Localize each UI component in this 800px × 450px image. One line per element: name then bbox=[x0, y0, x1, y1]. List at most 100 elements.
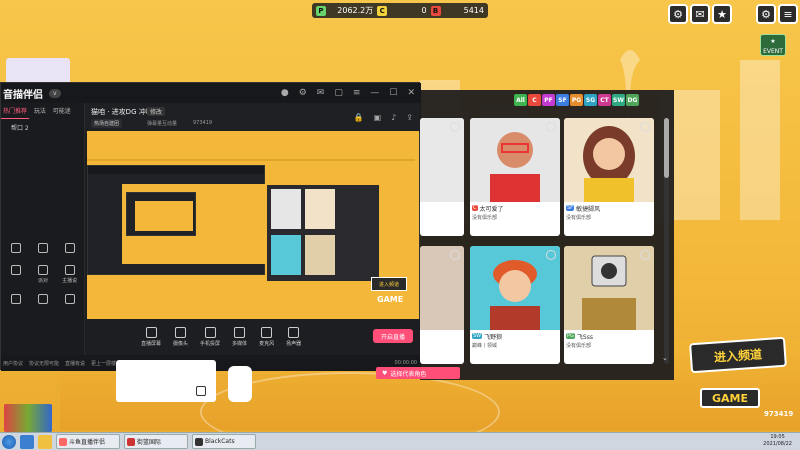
character-card[interactable]: SF 敏捷脚风 没有俱乐部 bbox=[564, 118, 654, 236]
box-icon[interactable]: ▣ bbox=[374, 113, 382, 122]
screen-capture-button[interactable]: 直播屏幕 bbox=[141, 327, 161, 347]
tab-hot[interactable]: 热门推荐 bbox=[1, 103, 30, 119]
trash-icon[interactable] bbox=[196, 386, 206, 396]
character-name: 敏捷脚风 bbox=[576, 205, 601, 213]
microphone-icon bbox=[261, 327, 273, 338]
club-label: 巅峰丨领域 bbox=[472, 343, 498, 349]
filter-sf[interactable]: SF bbox=[556, 94, 569, 106]
filter-sw[interactable]: SW bbox=[612, 94, 625, 106]
character-card[interactable]: SW 飞野狼 巅峰丨领域 bbox=[470, 246, 560, 364]
nested-preview-game bbox=[122, 184, 266, 264]
panel-scrollbar[interactable] bbox=[664, 118, 669, 364]
maximize-icon[interactable]: ☐ bbox=[389, 88, 397, 98]
avatar-icon[interactable]: ● bbox=[281, 88, 289, 98]
monitor-icon bbox=[145, 327, 157, 338]
heart-icon[interactable] bbox=[450, 250, 460, 260]
reward-icon[interactable]: ★ bbox=[712, 4, 732, 24]
coin-value: 0 bbox=[421, 6, 427, 15]
status-link[interactable]: 协议无限可能 bbox=[29, 360, 59, 367]
microphone-button[interactable]: 麦克风 bbox=[259, 327, 274, 347]
sidebar-tool[interactable] bbox=[56, 243, 83, 255]
filter-sg[interactable]: SG bbox=[584, 94, 597, 106]
tab-fans[interactable]: 可能迷 bbox=[51, 103, 73, 118]
event-button[interactable]: ★ EVENT bbox=[760, 34, 786, 56]
speaker-button[interactable]: 扬声器 bbox=[286, 327, 301, 347]
camera-button[interactable]: 摄像头 bbox=[173, 327, 188, 347]
skin-icon[interactable]: ▢ bbox=[334, 88, 343, 98]
event-label: EVENT bbox=[763, 48, 783, 55]
settings-icon[interactable]: ⚙ bbox=[299, 88, 307, 98]
sidebar-tool[interactable] bbox=[3, 294, 30, 306]
menu-icon[interactable]: ≡ bbox=[353, 88, 361, 98]
taskbar-app-game[interactable]: 街篮国际 bbox=[124, 434, 188, 449]
heart-icon[interactable] bbox=[546, 122, 556, 132]
close-icon[interactable]: ✕ bbox=[407, 88, 415, 98]
mail-icon[interactable]: ✉ bbox=[317, 88, 325, 98]
tab-play[interactable]: 玩法 bbox=[32, 103, 48, 118]
player-art bbox=[583, 126, 635, 202]
sidebar-tool[interactable] bbox=[3, 243, 30, 255]
bonus-icon: B bbox=[430, 5, 441, 16]
filter-dg[interactable]: DG bbox=[626, 94, 639, 106]
gear-icon[interactable]: ⚙ bbox=[756, 4, 776, 24]
character-card[interactable] bbox=[420, 118, 464, 236]
taskbar-app-stream[interactable]: 斗鱼直播伴侣 bbox=[56, 434, 120, 449]
start-button[interactable] bbox=[2, 434, 16, 449]
filter-all[interactable]: All bbox=[514, 94, 527, 106]
chevron-down-icon[interactable]: ⌄ bbox=[662, 354, 668, 362]
points-icon: P bbox=[316, 5, 326, 16]
gift-icon[interactable]: ✉ bbox=[690, 4, 710, 24]
start-stream-button[interactable]: 开启直播 bbox=[373, 329, 413, 343]
club-label: 没有俱乐部 bbox=[566, 215, 592, 221]
character-portrait bbox=[564, 246, 654, 330]
sidebar-tool[interactable] bbox=[3, 265, 30, 284]
channel-mode-button[interactable]: 热场自建团 bbox=[91, 119, 123, 128]
club-label: 没有俱乐部 bbox=[566, 343, 592, 349]
sidebar-tool[interactable]: 派对 bbox=[30, 265, 57, 284]
explorer-icon[interactable] bbox=[38, 434, 52, 449]
menu-icon[interactable]: ≡ bbox=[778, 4, 798, 24]
minimize-icon[interactable]: — bbox=[370, 88, 379, 98]
game-sign-label: GAME bbox=[700, 388, 760, 408]
heart-icon[interactable] bbox=[546, 250, 556, 260]
sidebar-item-port[interactable]: 帮口 2 bbox=[1, 119, 84, 136]
star-icon: ★ bbox=[770, 38, 776, 45]
character-card[interactable] bbox=[420, 246, 464, 364]
lock-icon[interactable]: 🔒 bbox=[354, 113, 364, 122]
phone-cast-button[interactable]: 手机投屏 bbox=[200, 327, 220, 347]
edit-title-button[interactable]: 修改 bbox=[147, 107, 166, 116]
status-link[interactable]: 直播有说 bbox=[65, 360, 85, 367]
sidebar-tool[interactable] bbox=[56, 294, 83, 306]
status-link[interactable]: 更上一层楼 bbox=[91, 360, 116, 367]
character-name: 太可爱了 bbox=[479, 205, 504, 213]
character-card[interactable]: C 太可爱了 没有俱乐部 bbox=[470, 118, 560, 236]
app-icon bbox=[59, 437, 67, 446]
tool-icon bbox=[64, 265, 75, 275]
room-id: 973419 bbox=[764, 410, 794, 418]
heart-icon[interactable] bbox=[450, 122, 460, 132]
bell-icon[interactable]: ♪ bbox=[391, 113, 396, 122]
character-portrait bbox=[470, 118, 560, 202]
ie-icon[interactable] bbox=[20, 434, 34, 449]
filter-ct[interactable]: CT bbox=[598, 94, 611, 106]
heart-icon[interactable] bbox=[640, 250, 650, 260]
tool-icon bbox=[11, 243, 22, 253]
character-card[interactable]: PG 飞Sss 没有俱乐部 bbox=[564, 246, 654, 364]
heart-icon[interactable] bbox=[640, 122, 650, 132]
filter-pg[interactable]: PG bbox=[570, 94, 583, 106]
filter-c[interactable]: C bbox=[528, 94, 541, 106]
media-button[interactable]: 多媒体 bbox=[232, 327, 247, 347]
taskbar-clock[interactable]: 19:05 2021/08/22 bbox=[763, 434, 792, 448]
sidebar-tool[interactable] bbox=[30, 294, 57, 306]
sidebar-tool[interactable]: 主播说 bbox=[56, 265, 83, 284]
share-icon[interactable]: ⇪ bbox=[406, 113, 413, 122]
status-link[interactable]: 用户协议 bbox=[3, 360, 23, 367]
scrollbar-thumb[interactable] bbox=[664, 118, 669, 178]
avatar-strip[interactable] bbox=[4, 404, 52, 432]
taskbar-app-blackcats[interactable]: BlackCats bbox=[192, 434, 256, 449]
select-character-button[interactable]: ♥ 选择代表角色 bbox=[376, 367, 460, 379]
sidebar-tool[interactable] bbox=[30, 243, 57, 255]
settings-gear-icon[interactable]: ⚙ bbox=[668, 4, 688, 24]
channel-info: 弹幕量互动量 bbox=[147, 121, 178, 127]
filter-pf[interactable]: PF bbox=[542, 94, 555, 106]
